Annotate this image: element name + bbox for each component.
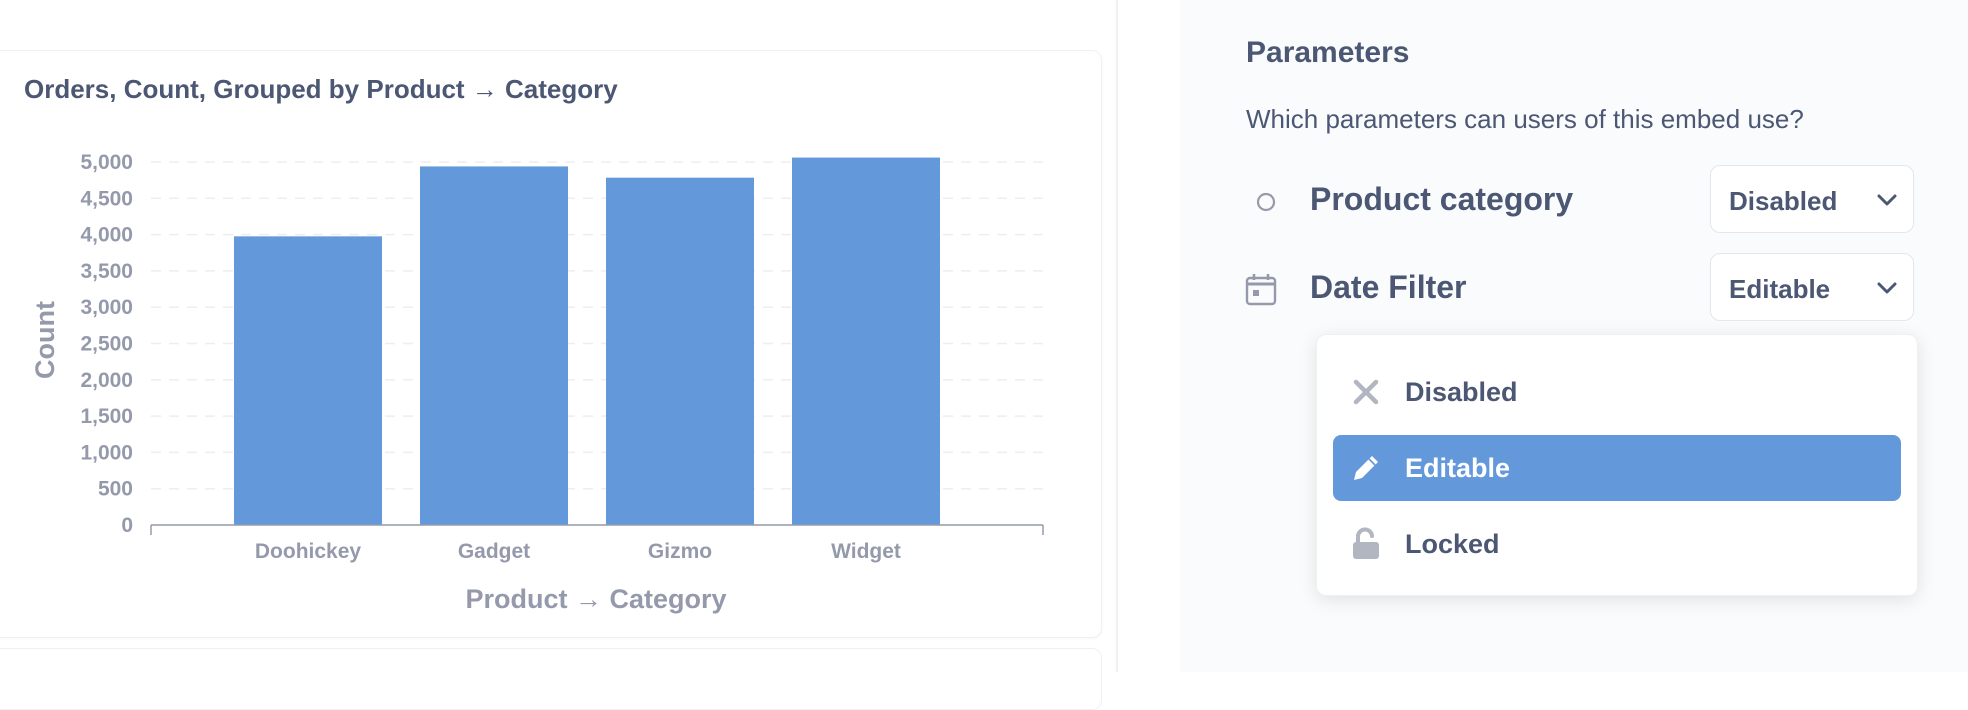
calendar-icon xyxy=(1245,274,1277,306)
y-tick-label: 2,500 xyxy=(80,333,133,356)
close-icon xyxy=(1353,379,1379,405)
option-disabled[interactable]: Disabled xyxy=(1333,359,1901,425)
option-editable[interactable]: Editable xyxy=(1333,435,1901,501)
bar-chart: 0 500 1,000 1,500 2,000 2,500 3,000 3,500 4,000 4… xyxy=(30,151,1044,614)
y-tick-label: 1,500 xyxy=(80,405,133,428)
chart-card-title: Orders, Count, Grouped by Product → Cate… xyxy=(24,74,618,104)
y-tick-label: 5,000 xyxy=(80,151,133,174)
y-axis-title: Count xyxy=(30,301,60,379)
option-disabled-label: Disabled xyxy=(1405,377,1518,407)
option-locked[interactable]: Locked xyxy=(1333,511,1901,577)
lock-icon xyxy=(1353,527,1379,559)
next-card xyxy=(0,648,1102,710)
parameters-description: Which parameters can users of this embed… xyxy=(1246,104,1804,134)
param-label-product-category: Product category xyxy=(1310,181,1574,217)
pencil-icon xyxy=(1354,456,1378,480)
x-tick-label: Doohickey xyxy=(255,540,362,563)
y-tick-label: 3,500 xyxy=(80,260,133,283)
chevron-down-icon xyxy=(1877,194,1897,206)
x-tick-label: Gizmo xyxy=(648,540,712,563)
x-tick-label: Gadget xyxy=(458,540,530,563)
bar-doohickey[interactable] xyxy=(234,236,382,525)
circle-outline-icon xyxy=(1256,192,1276,212)
pane-divider xyxy=(1116,0,1118,672)
bar-gizmo[interactable] xyxy=(606,177,754,526)
question-panel: Orders, Count, Grouped by Product → Cate… xyxy=(0,0,1116,710)
date-filter-select-value: Editable xyxy=(1729,274,1831,304)
y-tick-label: 4,500 xyxy=(80,187,133,210)
product-category-select[interactable]: Disabled xyxy=(1710,165,1914,233)
bar-gadget[interactable] xyxy=(420,166,568,526)
chevron-down-icon xyxy=(1877,282,1897,294)
y-tick-label: 1,000 xyxy=(80,441,133,464)
date-filter-select[interactable]: Editable xyxy=(1710,253,1914,321)
y-tick-label: 0 xyxy=(121,514,133,537)
param-row-date-filter: Date Filter Editable xyxy=(1240,253,1920,323)
parameters-heading: Parameters xyxy=(1246,36,1410,69)
x-tick-label: Widget xyxy=(831,540,901,563)
product-category-select-value: Disabled xyxy=(1729,186,1838,216)
y-tick-label: 4,000 xyxy=(80,224,133,247)
option-locked-label: Locked xyxy=(1405,529,1500,559)
y-tick-label: 500 xyxy=(98,478,133,501)
bar-widget[interactable] xyxy=(792,157,940,525)
x-axis-title: Product → Category xyxy=(465,584,726,614)
parameter-mode-dropdown: Disabled Editable Locked xyxy=(1316,334,1918,596)
param-label-date-filter: Date Filter xyxy=(1310,269,1467,305)
param-row-product-category: Product category Disabled xyxy=(1240,165,1920,235)
y-tick-label: 2,000 xyxy=(80,369,133,392)
option-editable-label: Editable xyxy=(1405,453,1511,483)
y-tick-label: 3,000 xyxy=(80,296,133,319)
